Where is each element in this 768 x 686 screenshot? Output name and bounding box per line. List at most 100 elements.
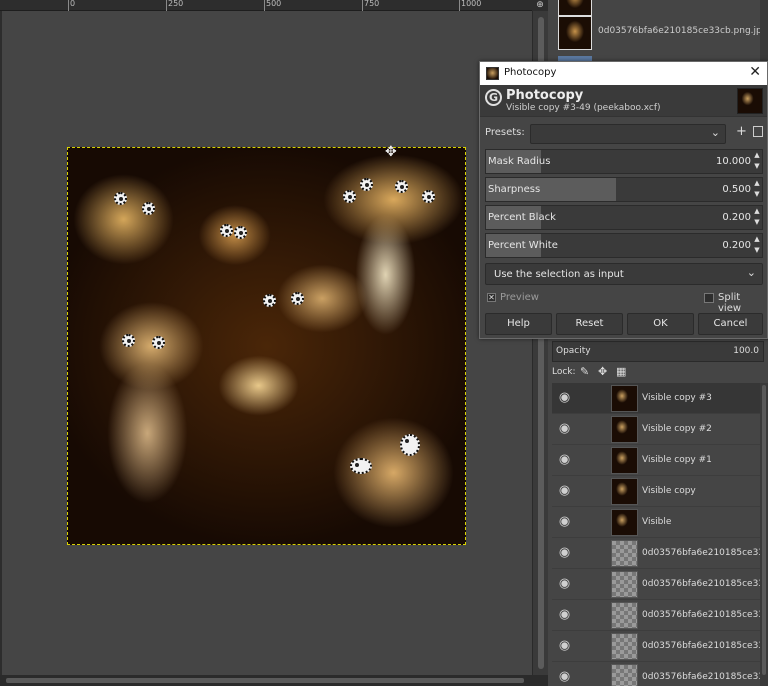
add-preset-icon[interactable]: + xyxy=(736,124,747,139)
input-mode-combo[interactable]: Use the selection as input ⌄ xyxy=(485,263,763,285)
image-detail xyxy=(114,192,127,205)
cancel-button[interactable]: Cancel xyxy=(698,313,763,335)
ruler-label: 750 xyxy=(364,0,380,8)
visibility-eye-icon[interactable]: ◉ xyxy=(556,513,573,530)
split-view-label[interactable]: Split view xyxy=(718,292,763,314)
help-button[interactable]: Help xyxy=(485,313,552,335)
spin-arrows-icon[interactable]: ▲ ▼ xyxy=(753,150,761,173)
opacity-value: 100.0 xyxy=(733,346,759,356)
lock-label: Lock: xyxy=(552,367,576,377)
visibility-eye-icon[interactable]: ◉ xyxy=(556,451,573,468)
visibility-eye-icon[interactable]: ◉ xyxy=(556,668,573,685)
layer-thumbnail xyxy=(611,509,638,536)
layer-row[interactable]: ◉ 0d03576bfa6e210185ce33 xyxy=(552,569,760,600)
ruler-label: 1000 xyxy=(461,0,482,8)
layer-name: Visible copy #3 xyxy=(642,393,712,403)
scrollbar-thumb[interactable] xyxy=(6,678,524,683)
slider-percent-white[interactable]: Percent White 0.200 ▲ ▼ xyxy=(485,233,763,258)
image-detail xyxy=(152,336,165,349)
reset-button[interactable]: Reset xyxy=(556,313,623,335)
split-view-checkbox[interactable] xyxy=(704,293,714,303)
image-detail xyxy=(350,458,372,474)
navigate-icon[interactable]: ⊕ xyxy=(532,0,548,11)
input-mode-value: Use the selection as input xyxy=(494,269,624,280)
ruler-label: 250 xyxy=(168,0,184,8)
slider-sharpness[interactable]: Sharpness 0.500 ▲ ▼ xyxy=(485,177,763,202)
lock-alpha-icon[interactable]: ▦ xyxy=(616,365,626,378)
layer-thumbnail xyxy=(611,478,638,505)
preview-label[interactable]: Preview xyxy=(500,292,539,303)
slider-percent-black[interactable]: Percent Black 0.200 ▲ ▼ xyxy=(485,205,763,230)
presets-row: Presets: ⌄ + xyxy=(485,124,763,144)
image-canvas[interactable] xyxy=(67,147,466,545)
presets-combo[interactable]: ⌄ xyxy=(530,124,726,144)
slider-value[interactable]: 0.500 xyxy=(722,184,751,195)
layer-name: 0d03576bfa6e210185ce33 xyxy=(642,672,760,682)
layer-thumbnail xyxy=(611,416,638,443)
visibility-eye-icon[interactable]: ◉ xyxy=(556,482,573,499)
image-detail xyxy=(360,178,373,191)
layer-name: Visible copy #2 xyxy=(642,424,712,434)
image-detail xyxy=(400,434,420,456)
image-detail xyxy=(395,180,408,193)
lock-position-icon[interactable]: ✥ xyxy=(598,365,607,378)
layer-preview-thumbnail xyxy=(737,88,763,114)
layers-list: ◉ Visible copy #3 ◉ Visible copy #2 ◉ Visible… xyxy=(552,383,760,686)
layer-row[interactable]: ◉ 0d03576bfa6e210185ce33 xyxy=(552,600,760,631)
layer-row[interactable]: ◉ Visible copy #3 xyxy=(552,383,760,414)
dialog-window-title: Photocopy xyxy=(504,67,557,78)
spin-arrows-icon[interactable]: ▲ ▼ xyxy=(753,206,761,229)
layer-row[interactable]: ◉ Visible copy xyxy=(552,476,760,507)
image-detail xyxy=(142,202,155,215)
lock-pixels-icon[interactable]: ✎ xyxy=(580,365,589,378)
layer-thumbnail xyxy=(611,571,638,598)
layer-thumbnail xyxy=(611,664,638,686)
ruler-label: 0 xyxy=(70,0,76,8)
presets-label: Presets: xyxy=(485,127,525,138)
opacity-slider[interactable]: Opacity 100.0 xyxy=(552,341,764,362)
layer-row[interactable]: ◉ 0d03576bfa6e210185ce33 xyxy=(552,631,760,662)
visibility-eye-icon[interactable]: ◉ xyxy=(556,389,573,406)
dialog-titlebar[interactable]: Photocopy ✕ xyxy=(480,62,767,85)
slider-label: Mask Radius xyxy=(488,156,551,167)
lock-row: Lock: ✎ ✥ ▦ xyxy=(552,364,764,382)
visibility-eye-icon[interactable]: ◉ xyxy=(556,420,573,437)
slider-mask-radius[interactable]: Mask Radius 10.000 ▲ ▼ xyxy=(485,149,763,174)
layer-name: 0d03576bfa6e210185ce33 xyxy=(642,641,760,651)
horizontal-ruler[interactable]: 0 250 500 750 1000 xyxy=(0,0,532,11)
image-list-item[interactable]: 0d03576bfa6e210185ce33cb.png.jpg xyxy=(552,14,768,52)
image-name: 0d03576bfa6e210185ce33cb.png.jpg xyxy=(598,26,768,36)
layer-thumbnail xyxy=(611,385,638,412)
layer-row[interactable]: ◉ 0d03576bfa6e210185ce33 xyxy=(552,538,760,569)
image-detail xyxy=(234,226,247,239)
slider-value[interactable]: 0.200 xyxy=(722,212,751,223)
image-detail xyxy=(291,292,304,305)
scrollbar-thumb[interactable] xyxy=(762,385,766,675)
spin-arrows-icon[interactable]: ▲ ▼ xyxy=(753,178,761,201)
visibility-eye-icon[interactable]: ◉ xyxy=(556,544,573,561)
layer-row[interactable]: ◉ Visible xyxy=(552,507,760,538)
layer-row[interactable]: ◉ Visible copy #2 xyxy=(552,414,760,445)
visibility-eye-icon[interactable]: ◉ xyxy=(556,637,573,654)
preset-menu-icon[interactable] xyxy=(753,126,763,137)
slider-label: Percent White xyxy=(488,240,558,251)
spin-arrows-icon[interactable]: ▲ ▼ xyxy=(753,234,761,257)
visibility-eye-icon[interactable]: ◉ xyxy=(556,606,573,623)
canvas-horizontal-scrollbar[interactable] xyxy=(0,675,548,686)
image-detail xyxy=(122,334,135,347)
gimp-logo-icon: G xyxy=(485,89,502,106)
chevron-down-icon: ⌄ xyxy=(746,266,756,279)
dialog-header: G Photocopy Visible copy #3-49 (peekaboo… xyxy=(480,85,767,117)
slider-value[interactable]: 0.200 xyxy=(722,240,751,251)
slider-label: Percent Black xyxy=(488,212,556,223)
visibility-eye-icon[interactable]: ◉ xyxy=(556,575,573,592)
close-icon[interactable]: ✕ xyxy=(749,64,761,80)
image-detail xyxy=(422,190,435,203)
ok-button[interactable]: OK xyxy=(627,313,694,335)
layer-row[interactable]: ◉ 0d03576bfa6e210185ce33 xyxy=(552,662,760,686)
layer-row[interactable]: ◉ Visible copy #1 xyxy=(552,445,760,476)
preview-checkbox[interactable]: ✕ xyxy=(487,293,496,302)
slider-value[interactable]: 10.000 xyxy=(716,156,751,167)
move-cursor-icon: ✥ xyxy=(385,144,397,160)
layers-scrollbar[interactable] xyxy=(760,383,768,686)
